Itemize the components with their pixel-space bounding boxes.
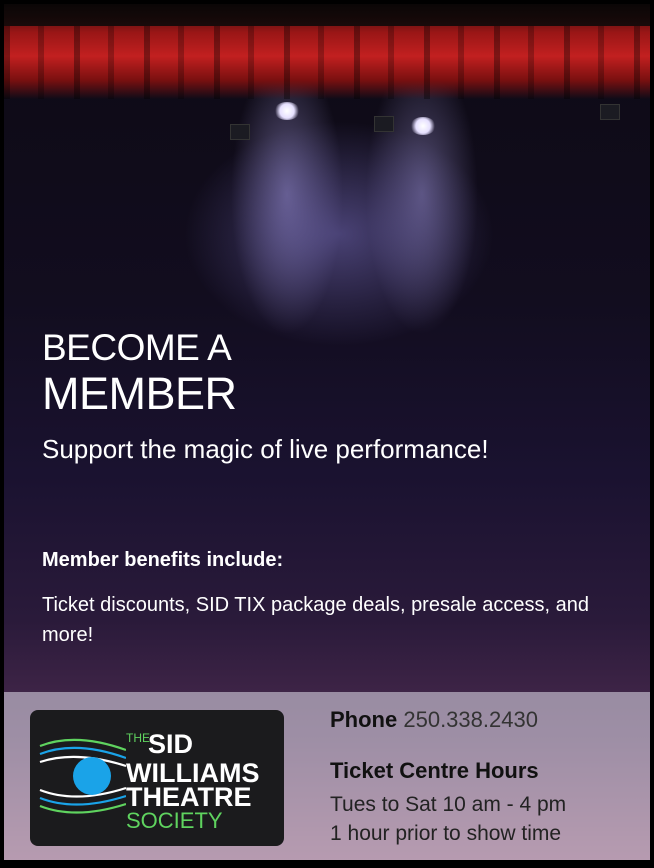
ticket-hours-line-1: Tues to Sat 10 am - 4 pm bbox=[330, 793, 567, 816]
theatre-society-logo: THESID WILLIAMS THEATRE SOCIETY bbox=[30, 710, 284, 846]
headline-line-2: MEMBER bbox=[42, 368, 237, 419]
tagline: Support the magic of live performance! bbox=[42, 434, 489, 464]
headline-line-1: BECOME A bbox=[42, 327, 232, 368]
curtain-pelmet bbox=[4, 4, 650, 26]
logo-the: THE bbox=[126, 731, 150, 745]
stage-light-fixture-left bbox=[230, 124, 250, 140]
stage-light-left bbox=[274, 102, 300, 120]
benefits-title: Member benefits include: bbox=[42, 549, 284, 571]
logo-society: SOCIETY bbox=[126, 808, 223, 833]
phone-number: 250.338.2430 bbox=[403, 707, 538, 732]
stage-light-fixture-right bbox=[600, 104, 620, 120]
logo-theatre: THEATRE bbox=[126, 782, 252, 812]
phone-line: Phone 250.338.2430 bbox=[330, 707, 538, 733]
stage-light-fixture-mid bbox=[374, 116, 394, 132]
logo-waves-icon bbox=[39, 738, 126, 814]
benefits-text: Ticket discounts, SID TIX package deals,… bbox=[42, 594, 589, 646]
ticket-hours-line-2: 1 hour prior to show time bbox=[330, 822, 562, 845]
stage-light-right bbox=[410, 117, 436, 135]
ticket-hours-title: Ticket Centre Hours bbox=[330, 758, 539, 783]
logo-circle bbox=[73, 757, 111, 795]
logo-sid: SID bbox=[148, 729, 194, 759]
membership-poster: BECOME A MEMBER Support the magic of liv… bbox=[4, 4, 650, 860]
phone-label: Phone bbox=[330, 707, 398, 732]
